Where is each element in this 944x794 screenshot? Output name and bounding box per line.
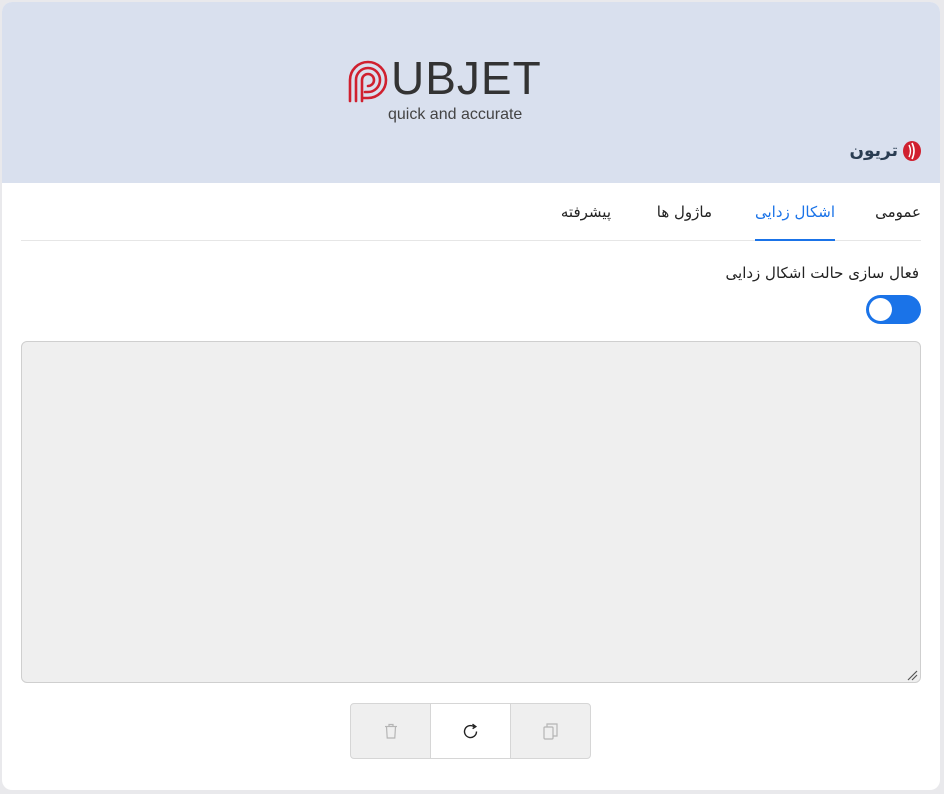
- copy-log-button[interactable]: [510, 703, 591, 759]
- logo-tagline: quick and accurate: [388, 106, 523, 123]
- copy-icon: [543, 722, 558, 740]
- tab-general[interactable]: عمومی: [875, 192, 921, 241]
- refresh-log-button[interactable]: [430, 703, 511, 759]
- settings-card: UBJET quick and accurate تریون عمومی اشک…: [2, 2, 940, 790]
- settings-tabs: عمومی اشکال زدایی ماژول ها پیشرفته: [21, 192, 921, 241]
- resize-grip-icon[interactable]: [906, 669, 918, 681]
- debug-toggle-label: فعال سازی حالت اشکال زدایی: [725, 264, 919, 282]
- clear-log-button[interactable]: [350, 703, 431, 759]
- triune-logo-icon: [903, 141, 921, 161]
- brand-badge: تریون: [849, 138, 922, 164]
- tab-debug[interactable]: اشکال زدایی: [754, 192, 835, 241]
- brand-name: تریون: [849, 141, 898, 161]
- debug-log-textarea[interactable]: [21, 341, 921, 683]
- tab-advanced[interactable]: پیشرفته: [561, 192, 611, 241]
- trash-icon: [384, 723, 397, 739]
- debug-mode-toggle[interactable]: [866, 295, 921, 324]
- toggle-knob: [869, 298, 892, 321]
- logo-wordmark: UBJET: [391, 52, 542, 104]
- tab-modules[interactable]: ماژول ها: [657, 192, 712, 241]
- refresh-icon: [463, 723, 478, 738]
- fingerprint-p-icon: [348, 60, 388, 103]
- pubjet-logo: UBJET quick and accurate: [345, 52, 575, 126]
- log-actions: [350, 703, 592, 759]
- header-banner: UBJET quick and accurate تریون: [2, 2, 940, 183]
